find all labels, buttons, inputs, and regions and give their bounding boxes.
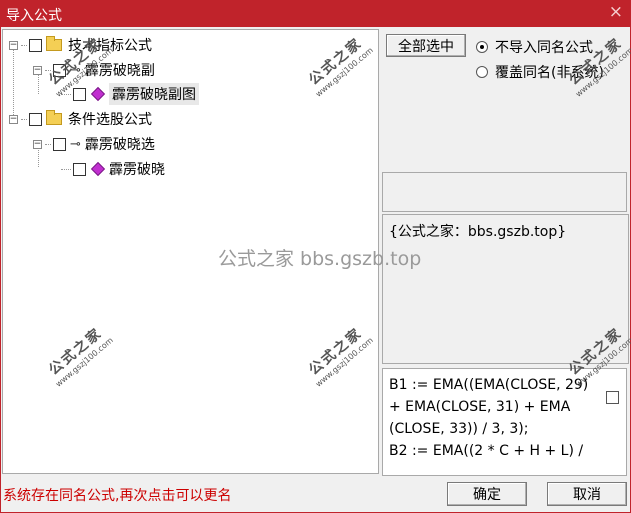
tree-node-pili-futu[interactable]: 霹雳破晓副图 bbox=[61, 83, 199, 105]
collapse-icon[interactable]: − bbox=[33, 139, 42, 149]
title-bar: 导入公式 × bbox=[0, 0, 631, 27]
formula-gem-icon bbox=[90, 161, 106, 177]
code-preview[interactable]: B1 := EMA((EMA(CLOSE, 29) + EMA(CLOSE, 3… bbox=[382, 368, 627, 476]
formula-gem-icon bbox=[90, 86, 106, 102]
ok-button[interactable]: 确定 bbox=[447, 482, 527, 506]
tree-node-selection-formulas[interactable]: − 条件选股公式 bbox=[9, 109, 152, 129]
radio-button[interactable] bbox=[476, 66, 488, 78]
window-title: 导入公式 bbox=[6, 8, 62, 24]
radio-button[interactable] bbox=[476, 41, 488, 53]
tree-checkbox[interactable] bbox=[73, 162, 86, 176]
watermark-text: 公式之家 bbs.gszb.top bbox=[218, 248, 422, 270]
tree-node-label: 条件选股公式 bbox=[68, 112, 152, 128]
status-message: 系统存在同名公式,再次点击可以更名 bbox=[3, 488, 232, 504]
tree-node-label: 霹雳破晓副图 bbox=[109, 83, 199, 105]
select-all-button[interactable]: 全部选中 bbox=[386, 34, 466, 57]
radio-label: 不导入同名公式 bbox=[495, 40, 593, 56]
tree-checkbox[interactable] bbox=[29, 112, 42, 126]
collapse-icon[interactable]: − bbox=[9, 114, 18, 124]
code-checkbox[interactable] bbox=[606, 391, 619, 404]
tree-node-label: 霹雳破晓选 bbox=[84, 137, 155, 153]
tree-checkbox[interactable] bbox=[29, 38, 42, 52]
tree-checkbox[interactable] bbox=[73, 87, 86, 101]
code-text: B1 := EMA((EMA(CLOSE, 29) + EMA(CLOSE, 3… bbox=[389, 377, 589, 459]
folder-icon bbox=[46, 110, 62, 125]
tree-checkbox[interactable] bbox=[53, 137, 66, 151]
description-text: {公式之家：bbs.gszb.top} bbox=[389, 224, 567, 240]
tree-node-pili-xuan[interactable]: − ⊸ 霹雳破晓选 bbox=[33, 134, 155, 154]
collapse-icon[interactable]: − bbox=[9, 40, 18, 50]
tree-node-pili[interactable]: 霹雳破晓 bbox=[61, 159, 165, 179]
cancel-button[interactable]: 取消 bbox=[547, 482, 627, 506]
tree-node-label: 霹雳破晓 bbox=[109, 162, 165, 178]
radio-no-import[interactable]: 不导入同名公式 bbox=[476, 37, 593, 57]
folder-icon bbox=[46, 36, 62, 51]
collapse-icon[interactable]: − bbox=[33, 65, 42, 75]
formula-name-box bbox=[382, 172, 627, 212]
close-icon[interactable]: × bbox=[609, 2, 623, 22]
key-icon: ⊸ bbox=[70, 136, 81, 152]
